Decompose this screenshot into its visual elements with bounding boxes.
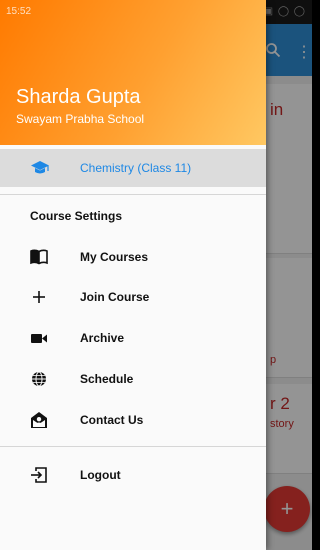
divider — [0, 194, 266, 195]
menu-item-label: Schedule — [80, 372, 134, 386]
school-name: Swayam Prabha School — [16, 112, 145, 126]
logout-label: Logout — [80, 468, 121, 482]
menu-item-my-courses[interactable]: My Courses — [0, 237, 266, 277]
menu-item-label: Join Course — [80, 290, 150, 304]
menu-item-contact-us[interactable]: Contact Us — [0, 400, 266, 440]
user-name: Sharda Gupta — [16, 86, 141, 108]
section-title: Course Settings — [30, 209, 123, 223]
current-course-label: Chemistry (Class 11) — [80, 161, 192, 175]
menu-item-join-course[interactable]: Join Course — [0, 277, 266, 317]
menu-item-schedule[interactable]: Schedule — [0, 359, 266, 399]
plus-icon — [33, 291, 45, 303]
book-icon — [30, 249, 48, 265]
current-course-item[interactable]: Chemistry (Class 11) — [0, 149, 266, 187]
video-icon — [31, 334, 47, 343]
menu-item-archive[interactable]: Archive — [0, 318, 266, 358]
drawer-header: 15:52 Sharda Gupta Swayam Prabha School — [0, 0, 266, 145]
navigation-drawer: 15:52 Sharda Gupta Swayam Prabha School … — [0, 0, 266, 550]
menu-item-label: Contact Us — [80, 413, 144, 427]
divider — [0, 446, 266, 447]
contact-mail-icon — [31, 412, 47, 428]
menu-item-logout[interactable]: Logout — [0, 455, 266, 495]
globe-icon — [32, 371, 46, 387]
graduation-cap-icon — [31, 161, 49, 174]
menu-item-label: My Courses — [80, 250, 149, 264]
logout-icon — [31, 467, 47, 483]
menu-item-label: Archive — [80, 331, 125, 345]
status-time: 15:52 — [6, 6, 32, 17]
